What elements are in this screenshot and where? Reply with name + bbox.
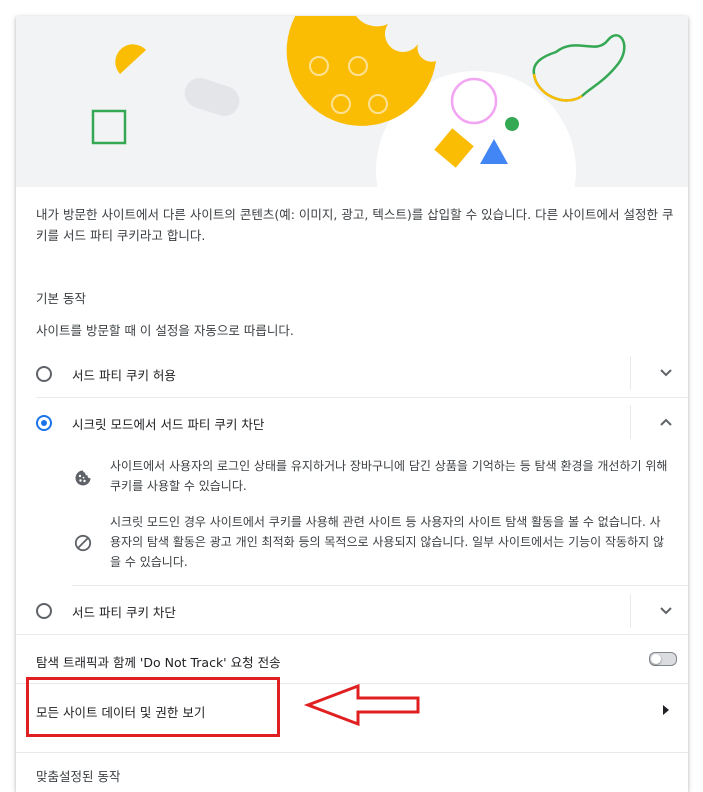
- do-not-track-label: 탐색 트래픽과 함께 'Do Not Track' 요청 전송: [36, 655, 281, 670]
- radio-block-third-party[interactable]: [36, 603, 52, 619]
- radio-block-incognito[interactable]: [36, 415, 52, 431]
- annotation-arrow-icon: [303, 683, 420, 727]
- divider: [630, 405, 631, 439]
- chevron-down-icon[interactable]: [656, 363, 676, 383]
- detail-text-block: 시크릿 모드인 경우 사이트에서 쿠키를 사용해 관련 사이트 등 사용자의 사…: [110, 515, 665, 569]
- arrow-right-icon[interactable]: [656, 700, 676, 720]
- row-divider: [16, 752, 688, 753]
- cookie-settings-card: 내가 방문한 사이트에서 다른 사이트의 콘텐츠(예: 이미지, 광고, 텍스트…: [16, 16, 688, 792]
- row-divider: [36, 397, 688, 398]
- chevron-down-icon[interactable]: [656, 601, 676, 621]
- cookie-icon: [75, 470, 91, 486]
- third-party-cookie-description: 내가 방문한 사이트에서 다른 사이트의 콘텐츠(예: 이미지, 광고, 텍스트…: [36, 207, 674, 243]
- annotation-highlight-box: [26, 677, 280, 737]
- option-label-block-incognito: 시크릿 모드에서 서드 파티 쿠키 차단: [72, 417, 265, 432]
- row-divider: [16, 634, 688, 635]
- toggle-knob: [651, 654, 661, 664]
- cookie-illustration: [16, 16, 688, 187]
- default-behavior-title: 기본 동작: [36, 291, 86, 306]
- row-divider: [72, 585, 688, 586]
- option-label-block: 서드 파티 쿠키 차단: [72, 605, 176, 620]
- detail-text-cookie: 사이트에서 사용자의 로그인 상태를 유지하거나 장바구니에 담긴 상품을 기억…: [110, 459, 668, 493]
- option-label-allow: 서드 파티 쿠키 허용: [72, 368, 176, 383]
- do-not-track-toggle[interactable]: [649, 652, 677, 666]
- radio-allow-third-party[interactable]: [36, 366, 52, 382]
- default-behavior-subtitle: 사이트를 방문할 때 이 설정을 자동으로 따릅니다.: [36, 323, 294, 338]
- divider: [630, 594, 631, 628]
- cookie-illustration-art: [91, 16, 626, 187]
- block-icon: [74, 534, 92, 552]
- divider: [630, 356, 631, 390]
- custom-behavior-title: 맞춤설정된 동작: [36, 769, 121, 784]
- chevron-up-icon[interactable]: [656, 412, 676, 432]
